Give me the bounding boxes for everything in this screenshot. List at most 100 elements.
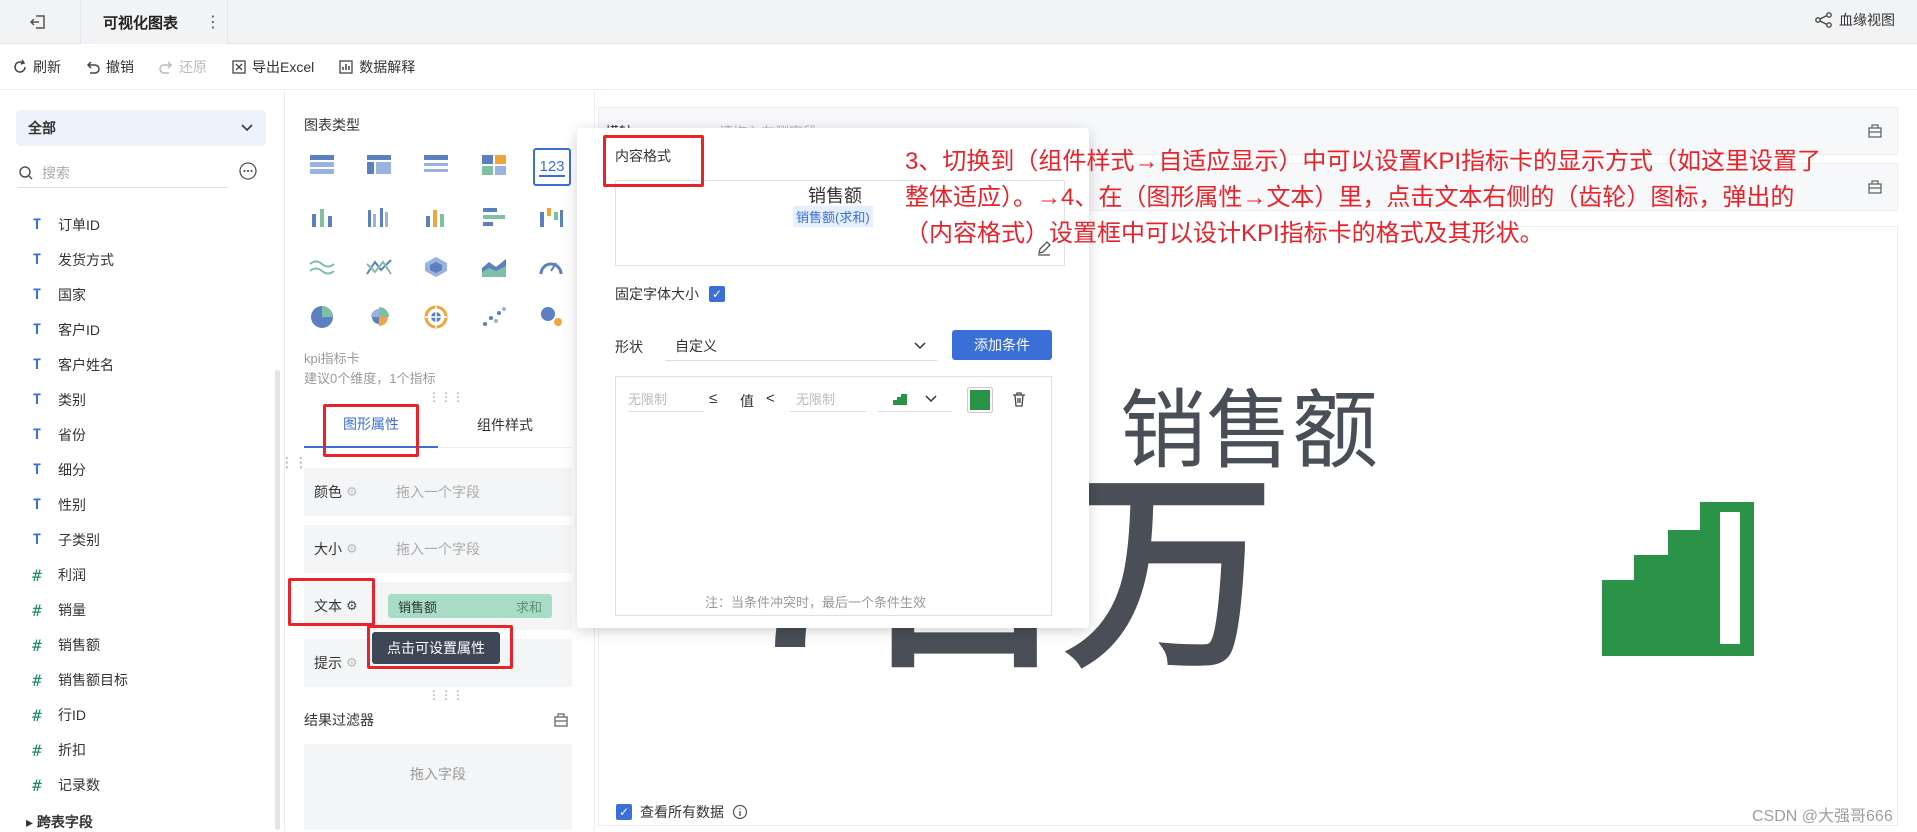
axis-settings-icon[interactable] [1867, 123, 1883, 139]
pie-chart-icon[interactable] [305, 300, 339, 334]
field-item[interactable]: # 销量 [30, 598, 86, 622]
refresh-button[interactable]: 刷新 [12, 57, 61, 77]
field-item[interactable]: # 销售额目标 [30, 668, 128, 692]
text-type-icon: T [32, 287, 42, 303]
result-filter-label: 结果过滤器 [304, 712, 374, 728]
pill-field-name: 销售额 [398, 599, 438, 615]
grouped-table-icon[interactable] [477, 148, 511, 182]
sidebar-scrollbar[interactable] [275, 370, 280, 830]
section-drag-handle[interactable]: ⋮⋮⋮ [428, 688, 464, 702]
gear-icon[interactable]: ⚙ [346, 541, 358, 557]
filter-settings-icon[interactable] [553, 712, 569, 731]
bubble-chart-icon[interactable] [534, 300, 568, 334]
field-item[interactable]: T 省份 [30, 423, 86, 447]
number-type-icon: # [32, 600, 42, 620]
field-item[interactable]: # 折扣 [30, 738, 86, 762]
field-item[interactable]: T 国家 [30, 283, 86, 307]
preview-title: 销售额 [808, 186, 862, 206]
field-scope-select[interactable]: 全部 [16, 110, 266, 146]
condition-upper-input[interactable]: 无限制 [790, 386, 866, 412]
radar-chart-icon[interactable] [419, 250, 453, 284]
filter-drop-zone[interactable]: 拖入字段 [304, 744, 572, 830]
shape-value: 自定义 [675, 337, 717, 354]
area-chart-icon[interactable] [477, 250, 511, 284]
field-item[interactable]: T 发货方式 [30, 248, 114, 272]
text-field-pill[interactable]: 销售额 求和 [388, 594, 552, 618]
cross-table-icon[interactable] [362, 148, 396, 182]
multi-column-icon[interactable] [362, 200, 396, 234]
field-item[interactable]: # 销售额 [30, 633, 100, 657]
field-item[interactable]: T 细分 [30, 458, 86, 482]
gear-icon[interactable]: ⚙ [346, 484, 358, 500]
more-options-icon[interactable] [238, 161, 258, 184]
field-item[interactable]: T 客户ID [30, 318, 100, 342]
sunburst-chart-icon[interactable] [419, 300, 453, 334]
export-label: 导出Excel [252, 58, 315, 75]
condition-note: 注：当条件冲突时，最后一个条件生效 [705, 595, 927, 610]
undo-button[interactable]: 撤销 [85, 57, 134, 77]
axis-settings-icon[interactable] [1867, 179, 1883, 195]
text-type-icon: T [32, 427, 42, 443]
field-label: 细分 [58, 462, 86, 478]
rose-chart-icon[interactable] [362, 300, 396, 334]
column-chart-icon[interactable] [419, 200, 453, 234]
condition-shape-select[interactable] [878, 386, 952, 412]
watermark: CSDN @大强哥666 [1752, 808, 1893, 825]
field-item[interactable]: T 性别 [30, 493, 86, 517]
view-all-data-toggle[interactable]: ✓ 查看所有数据 [616, 802, 748, 822]
checkbox-checked-icon[interactable]: ✓ [709, 286, 725, 302]
condition-color-picker[interactable] [967, 387, 993, 413]
fixed-font-size-toggle[interactable]: 固定字体大小 ✓ [615, 284, 725, 304]
field-item[interactable]: # 记录数 [30, 773, 100, 797]
table-chart-icon[interactable] [305, 148, 339, 182]
tab-component-style[interactable]: 组件样式 [438, 402, 572, 448]
gauge-chart-icon[interactable] [534, 250, 568, 284]
redo-button[interactable]: 还原 [158, 57, 207, 77]
field-search-input[interactable]: 搜索 [18, 158, 228, 188]
checkbox-checked-icon[interactable]: ✓ [616, 804, 632, 820]
polyline-chart-icon[interactable] [362, 250, 396, 284]
field-item[interactable]: T 类别 [30, 388, 86, 412]
field-item[interactable]: T 订单ID [30, 213, 100, 237]
shape-select[interactable]: 自定义 [665, 331, 937, 361]
lineage-icon [1815, 12, 1832, 28]
text-type-icon: T [32, 322, 42, 338]
lineage-view-button[interactable]: 血缘视图 [1815, 10, 1895, 30]
highlight-graph-tab [323, 404, 419, 457]
color-property-row[interactable]: 颜色 ⚙ 拖入一个字段 [304, 468, 572, 516]
line-chart-icon[interactable] [305, 250, 339, 284]
lower-operator-select[interactable]: ≤ [709, 390, 717, 407]
size-property-row[interactable]: 大小 ⚙ 拖入一个字段 [304, 525, 572, 573]
more-menu-icon[interactable]: ⋮ [205, 12, 221, 32]
field-label: 销量 [58, 602, 86, 618]
field-label: 发货方式 [58, 252, 114, 268]
field-label: 类别 [58, 392, 86, 408]
scatter-chart-icon[interactable] [477, 300, 511, 334]
cross-table-fields-toggle[interactable]: ▸ 跨表字段 [26, 812, 93, 832]
condition-lower-input[interactable]: 无限制 [628, 386, 704, 412]
undo-label: 撤销 [106, 58, 134, 75]
export-excel-button[interactable]: 导出Excel [231, 57, 314, 77]
gear-icon[interactable]: ⚙ [346, 655, 358, 671]
field-item[interactable]: T 子类别 [30, 528, 100, 552]
data-explain-button[interactable]: 数据解释 [338, 57, 415, 77]
upper-operator-select[interactable]: < [766, 390, 775, 407]
info-icon[interactable] [732, 804, 748, 820]
kpi-card-chart-icon[interactable]: 123 [533, 148, 571, 186]
add-condition-button[interactable]: 添加条件 [952, 330, 1052, 360]
bar-chart-icon[interactable] [477, 200, 511, 234]
number-type-icon: # [32, 670, 42, 690]
chart-type-label: 图表类型 [304, 117, 360, 133]
back-button[interactable] [18, 8, 58, 36]
field-item[interactable]: # 行ID [30, 703, 86, 727]
detail-table-icon[interactable] [419, 148, 453, 182]
waterfall-icon[interactable] [534, 200, 568, 234]
delete-condition-icon[interactable] [1010, 390, 1028, 411]
field-item[interactable]: # 利润 [30, 563, 86, 587]
kpi-signal-icon [1602, 502, 1754, 656]
field-label: 销售额目标 [58, 672, 128, 688]
field-item[interactable]: T 客户姓名 [30, 353, 114, 377]
field-label: 销售额 [58, 637, 100, 653]
stacked-column-icon[interactable] [305, 200, 339, 234]
exit-icon [29, 15, 45, 29]
